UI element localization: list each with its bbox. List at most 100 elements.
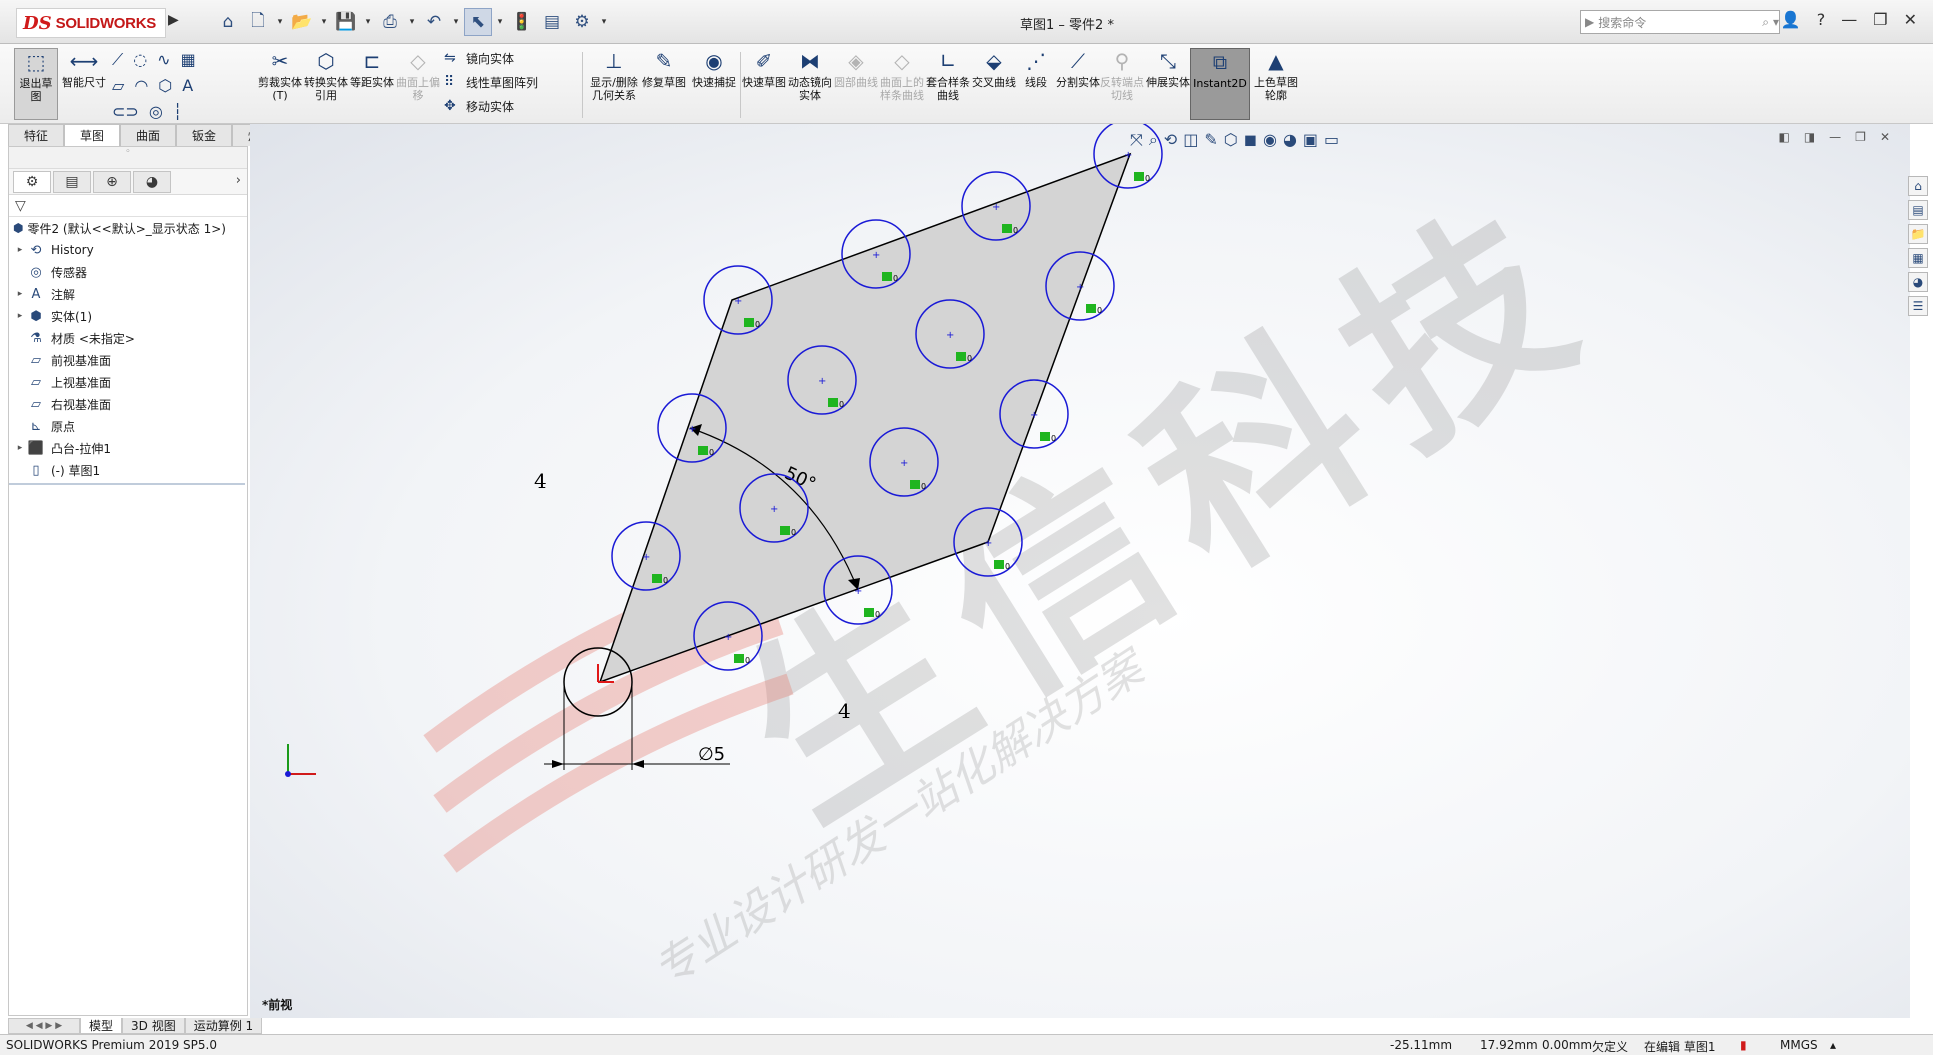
file-properties-icon[interactable]: ▤	[538, 8, 566, 36]
relation-icon[interactable]	[1134, 172, 1144, 181]
fit-spline-button[interactable]: ∟ 套合样条曲线	[926, 48, 970, 120]
model-tab[interactable]: 运动算例 1	[184, 1018, 263, 1034]
rapid-sketch-button[interactable]: ✐ 快速草图	[742, 48, 786, 120]
previous-view-icon[interactable]: ⟲	[1164, 130, 1177, 150]
rhombus-sketch-profile[interactable]	[598, 152, 1132, 684]
expand-arrow-icon[interactable]: ▸	[13, 443, 27, 453]
relation-icon[interactable]	[652, 574, 662, 583]
hide-show-icon[interactable]: ◉	[1263, 130, 1277, 150]
relation-icon[interactable]	[1040, 432, 1050, 441]
point-icon[interactable]: ◎	[149, 102, 163, 121]
segment-button[interactable]: ⋰ 线段	[1014, 48, 1058, 120]
relation-icon[interactable]	[1086, 304, 1096, 313]
feature-manager-tab-icon[interactable]: ⚙	[13, 170, 51, 193]
new-document-icon[interactable]: 🗋	[244, 8, 272, 36]
section-view-icon[interactable]: ◫	[1183, 130, 1198, 150]
graphics-area[interactable]: 生信科技 专业设计研发一站化解决方案 50° ∅5 4 4 +0 +0 +0 +0 +0…	[250, 124, 1910, 1018]
command-tab[interactable]: 草图	[64, 124, 120, 146]
dynamic-annotation-icon[interactable]: ✎	[1204, 130, 1217, 150]
solidworks-resources-icon[interactable]: ⌂	[1908, 176, 1928, 196]
command-tab[interactable]: 特征	[8, 124, 64, 146]
restore-icon[interactable]: ❐	[1873, 10, 1887, 29]
arc-icon[interactable]: ◠	[134, 76, 148, 95]
grid-icon[interactable]: ▦	[181, 50, 196, 70]
options-gear-icon[interactable]: ⚙	[568, 8, 596, 36]
property-manager-tab-icon[interactable]: ▤	[53, 170, 91, 193]
centerline-icon[interactable]: ┆	[173, 102, 183, 121]
undo-dropdown-icon[interactable]: ▾	[450, 8, 462, 36]
chevron-right-icon[interactable]: ›	[236, 173, 241, 188]
minimize-icon[interactable]: —	[1841, 10, 1857, 29]
relation-icon[interactable]	[698, 446, 708, 455]
polygon-icon[interactable]: ⬡	[158, 76, 172, 95]
display-style-icon[interactable]: ◼	[1244, 130, 1257, 150]
dynamic-mirror-button[interactable]: ⧓ 动态镜向实体	[788, 48, 832, 120]
save-dropdown-icon[interactable]: ▾	[362, 8, 374, 36]
move-entities-button[interactable]: ✥ 移动实体	[444, 96, 514, 116]
open-folder-icon[interactable]: 📂	[288, 8, 316, 36]
menu-expand-arrow-icon[interactable]: ▶	[168, 12, 182, 34]
diameter-dimension-text[interactable]: ∅5	[698, 744, 725, 765]
spacing-dimension-left[interactable]: 4	[534, 469, 547, 493]
options-dropdown-icon[interactable]: ▾	[598, 8, 610, 36]
panel-splitter[interactable]: ◦	[9, 147, 247, 169]
spline-icon[interactable]: ∿	[157, 50, 170, 70]
filter-icon[interactable]: ▽	[9, 195, 247, 217]
solidworks-logo[interactable]: DS SOLIDWORKS	[16, 8, 166, 38]
shaded-contours-button[interactable]: ▲ 上色草图轮廓	[1254, 48, 1298, 120]
tab-scroll-arrows-icon[interactable]: ◀ ◀ ▶ ▶	[8, 1018, 80, 1034]
search-input[interactable]: 搜索命令	[1598, 14, 1758, 31]
command-tab[interactable]: 曲面	[120, 124, 176, 146]
linear-pattern-button[interactable]: ⠿ 线性草图阵列	[444, 72, 538, 92]
appearance-icon[interactable]: ◕	[1283, 130, 1297, 150]
tree-item[interactable]: ▯ (-) 草图1	[9, 459, 247, 481]
slot-icon[interactable]: ⊂⊃	[112, 102, 139, 121]
relation-icon[interactable]	[994, 560, 1004, 569]
magnifier-icon[interactable]: ⌕	[1762, 15, 1769, 30]
scene-icon[interactable]: ▣	[1303, 130, 1318, 150]
tree-item[interactable]: ▱ 右视基准面	[9, 393, 247, 415]
rebuild-traffic-light-icon[interactable]: 🚦	[508, 8, 536, 36]
configuration-manager-tab-icon[interactable]: ⊕	[93, 170, 131, 193]
text-icon[interactable]: A	[182, 76, 193, 95]
offset-entities-button[interactable]: ⊏ 等距实体	[350, 48, 394, 120]
mirror-entities-button[interactable]: ⇋ 镜向实体	[444, 48, 514, 68]
tree-item[interactable]: ▸ ⬛ 凸台-拉伸1	[9, 437, 247, 459]
surface-offset-button[interactable]: ◇ 曲面上偏移	[396, 48, 440, 120]
expand-arrow-icon[interactable]: ▸	[13, 311, 27, 321]
model-tab[interactable]: 3D 视图	[122, 1018, 185, 1034]
exit-sketch-button[interactable]: ⬚ 退出草图	[14, 48, 58, 120]
undo-icon[interactable]: ↶	[420, 8, 448, 36]
rebuild-status-icon[interactable]: ▮	[1740, 1038, 1747, 1052]
display-relations-button[interactable]: ⊥ 显示/删除几何关系	[590, 48, 638, 120]
convert-entities-button[interactable]: ⬡ 转换实体引用	[304, 48, 348, 120]
relation-icon[interactable]	[910, 480, 920, 489]
tree-item[interactable]: ▱ 上视基准面	[9, 371, 247, 393]
viewport-close-icon[interactable]: ✕	[1880, 130, 1890, 144]
model-tab[interactable]: 模型	[80, 1018, 123, 1034]
view-settings-icon[interactable]: ▭	[1324, 130, 1339, 150]
spline-on-surface-button[interactable]: ◇ 曲面上的样条曲线	[880, 48, 924, 120]
expand-arrow-icon[interactable]: ▸	[13, 245, 27, 255]
split-entities-button[interactable]: ⟋ 分割实体	[1056, 48, 1100, 120]
viewport-tile-icon[interactable]: ◨	[1804, 130, 1815, 144]
units-selector[interactable]: MMGS	[1780, 1038, 1818, 1052]
tree-item[interactable]: ◎ 传感器	[9, 261, 247, 283]
tree-item[interactable]: ⊾ 原点	[9, 415, 247, 437]
view-orientation-icon[interactable]: ⬡	[1224, 130, 1238, 150]
appearances-icon[interactable]: ◕	[1908, 272, 1928, 292]
relation-icon[interactable]	[864, 608, 874, 617]
select-cursor-icon[interactable]: ⬉	[464, 8, 492, 36]
rollback-bar[interactable]	[9, 483, 245, 485]
expand-arrow-icon[interactable]: ▸	[13, 289, 27, 299]
custom-properties-icon[interactable]: ☰	[1908, 296, 1928, 316]
relation-icon[interactable]	[956, 352, 966, 361]
file-explorer-icon[interactable]: 📁	[1908, 224, 1928, 244]
design-library-icon[interactable]: ▤	[1908, 200, 1928, 220]
tree-item[interactable]: ▸ ⬢ 实体(1)	[9, 305, 247, 327]
view-palette-icon[interactable]: ▦	[1908, 248, 1928, 268]
print-dropdown-icon[interactable]: ▾	[406, 8, 418, 36]
circle-icon[interactable]: ◌	[133, 50, 147, 70]
tree-root-part[interactable]: ⬢ 零件2 (默认<<默认>_显示状态 1>)	[9, 217, 247, 239]
sketch-canvas[interactable]: 50° ∅5 4 4 +0+0+0+0+0+0+0+0+0+0+0+0+0+0+…	[250, 124, 1910, 1018]
